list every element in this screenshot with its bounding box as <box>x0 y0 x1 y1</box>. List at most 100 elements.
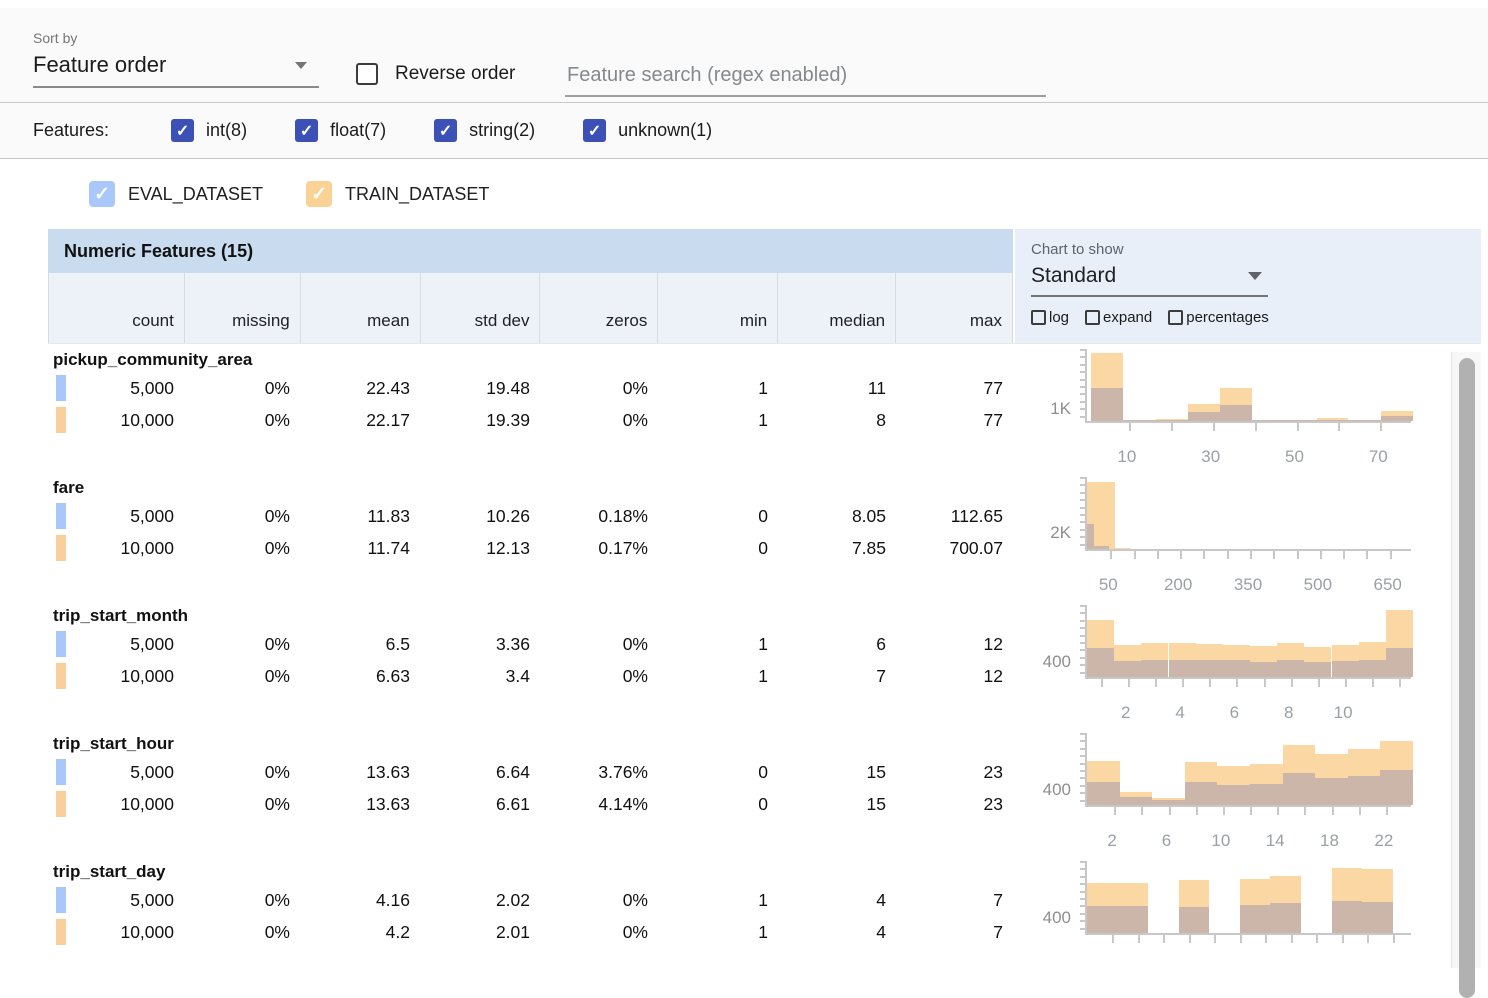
stat-min: 1 <box>658 884 778 916</box>
stat-median: 8.05 <box>778 500 896 532</box>
x-tick <box>1223 807 1225 815</box>
features-label: Features: <box>33 120 109 141</box>
overlap-bar <box>1220 405 1252 421</box>
filter-checkbox[interactable]: ✓ <box>434 119 457 142</box>
dataset-label: TRAIN_DATASET <box>345 184 489 205</box>
stat-mean: 11.74 <box>300 532 420 564</box>
stat-median: 15 <box>778 788 896 820</box>
x-tick <box>1332 807 1334 815</box>
stat-zeros: 4.14% <box>540 788 658 820</box>
filter-checkbox[interactable]: ✓ <box>583 119 606 142</box>
overlap-bar <box>1188 412 1220 421</box>
dataset-checkbox[interactable]: ✓ <box>306 181 332 207</box>
x-axis-tick-label: 650 <box>1374 575 1402 595</box>
filter-checkbox[interactable]: ✓ <box>171 119 194 142</box>
stat-count: 5,000 <box>48 756 184 788</box>
dataset-color-swatch <box>56 375 66 401</box>
y-axis-label: 2K <box>1013 523 1071 543</box>
table-title: Numeric Features (15) <box>48 229 1013 273</box>
stat-zeros: 0% <box>540 660 658 692</box>
x-tick <box>1134 551 1136 559</box>
y-axis-label: 400 <box>1013 780 1071 800</box>
x-tick <box>1255 423 1257 431</box>
stat-count: 5,000 <box>48 372 184 404</box>
x-axis-tick-label: 70 <box>1369 447 1388 467</box>
stat-mean: 22.43 <box>300 372 420 404</box>
dataset-checkbox[interactable]: ✓ <box>89 181 115 207</box>
stat-max: 23 <box>896 756 1013 788</box>
x-tick <box>1157 551 1159 559</box>
stat-zeros: 0.18% <box>540 500 658 532</box>
log-checkbox[interactable] <box>1031 310 1046 325</box>
y-tick <box>1080 620 1085 622</box>
y-tick <box>1080 891 1085 893</box>
column-header-max: max <box>896 273 1013 343</box>
overlap-bar <box>1381 416 1413 421</box>
overlap-bar <box>1332 901 1363 933</box>
y-tick <box>1080 477 1085 479</box>
stat-min: 1 <box>658 628 778 660</box>
overlap-bar <box>1087 782 1120 806</box>
x-tick <box>1345 679 1347 687</box>
overlap-bar <box>1386 648 1413 677</box>
overlap-bar <box>1094 546 1109 549</box>
stat-missing: 0% <box>184 372 300 404</box>
overlap-bar <box>1185 782 1218 805</box>
stat-max: 700.07 <box>896 532 1013 564</box>
stat-mean: 6.63 <box>300 660 420 692</box>
y-tick <box>1080 657 1085 659</box>
chart-type-dropdown[interactable]: Standard <box>1031 260 1268 297</box>
x-tick <box>1264 679 1266 687</box>
overlap-bar <box>1317 420 1349 422</box>
x-tick <box>1342 935 1344 943</box>
stat-median: 7 <box>778 660 896 692</box>
sort-by-dropdown[interactable]: Sort by Feature order <box>33 30 319 88</box>
x-tick <box>1114 807 1116 815</box>
x-axis-tick-label: 4 <box>1175 703 1184 723</box>
histogram-trip_start_month: 400246810 <box>1013 600 1453 728</box>
y-tick <box>1080 416 1085 418</box>
stat-max: 7 <box>896 884 1013 916</box>
x-tick <box>1367 935 1369 943</box>
y-tick <box>1080 499 1085 501</box>
x-axis-tick-label: 10 <box>1117 447 1136 467</box>
x-tick <box>1101 679 1103 687</box>
overlap-bar <box>1114 661 1141 677</box>
chart-option-expand: expand <box>1085 309 1152 326</box>
stat-count: 10,000 <box>48 788 184 820</box>
percentages-checkbox[interactable] <box>1168 310 1183 325</box>
y-tick <box>1080 868 1085 870</box>
y-tick <box>1080 521 1085 523</box>
y-axis-label: 400 <box>1013 652 1071 672</box>
chevron-down-icon <box>1248 272 1262 280</box>
train-bar <box>1115 548 1131 550</box>
overlap-bar <box>1156 420 1188 422</box>
stat-mean: 13.63 <box>300 756 420 788</box>
reverse-order-checkbox[interactable] <box>356 63 378 85</box>
x-tick <box>1209 679 1211 687</box>
y-tick <box>1080 401 1085 403</box>
y-tick <box>1080 920 1085 922</box>
feature-search <box>565 58 1046 97</box>
column-header-row: countmissingmeanstd devzerosminmedianmax <box>48 273 1013 343</box>
expand-checkbox[interactable] <box>1085 310 1100 325</box>
x-axis-tick-label: 22 <box>1374 831 1393 851</box>
overlap-bar <box>1152 800 1185 805</box>
toolbar: Sort by Feature order Reverse order <box>0 8 1488 103</box>
overlap-bar <box>1252 420 1284 422</box>
y-tick <box>1080 605 1085 607</box>
feature-block-fare: fare5,0000%11.8310.260.18%08.05112.6510,… <box>48 472 1481 600</box>
overlap-bar <box>1123 420 1155 422</box>
stat-count: 5,000 <box>48 628 184 660</box>
stat-missing: 0% <box>184 628 300 660</box>
stat-zeros: 0% <box>540 884 658 916</box>
legend-item-train_dataset: ✓ TRAIN_DATASET <box>306 181 489 207</box>
y-tick <box>1080 898 1085 900</box>
x-tick <box>1320 551 1322 559</box>
y-tick <box>1080 876 1085 878</box>
search-input[interactable] <box>565 58 1046 97</box>
scrollbar-thumb[interactable] <box>1459 358 1475 998</box>
stat-missing: 0% <box>184 788 300 820</box>
stat-median: 4 <box>778 916 896 948</box>
filter-checkbox[interactable]: ✓ <box>295 119 318 142</box>
